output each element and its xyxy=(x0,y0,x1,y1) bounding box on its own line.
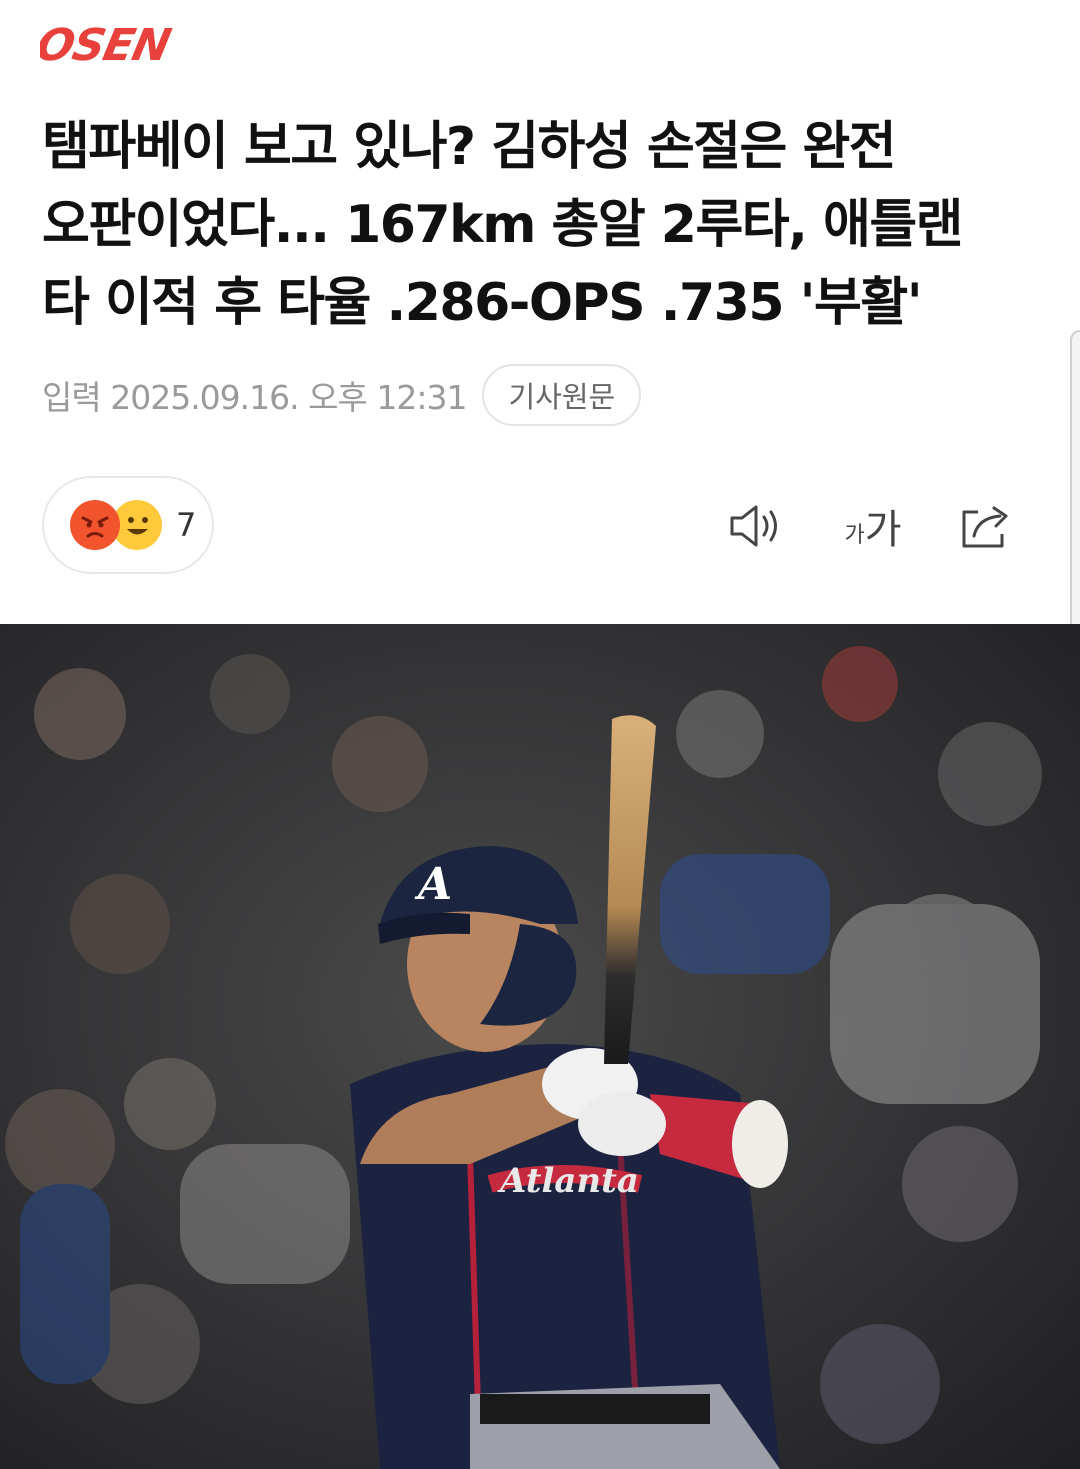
headline-line-1: 탬파베이 보고 있나? 김하성 손절은 완전 xyxy=(42,117,897,177)
audio-button[interactable] xyxy=(726,496,786,556)
article-headline: 탬파베이 보고 있나? 김하성 손절은 완전 오판이었다... 167km 총알… xyxy=(42,108,1042,342)
reaction-button[interactable]: 7 xyxy=(42,476,214,574)
reaction-count: 7 xyxy=(176,506,197,544)
article-meta: 입력 2025.09.16. 오후 12:31 기사원문 xyxy=(42,362,642,428)
batter-photo-illustration: Atlanta A xyxy=(0,624,1080,1469)
published-date: 입력 2025.09.16. 오후 12:31 xyxy=(42,378,467,417)
speaker-icon xyxy=(730,505,777,547)
font-size-large-label: 가 xyxy=(864,507,902,553)
logo-text: OSEN xyxy=(40,22,175,64)
headline-line-2: 오판이었다... 167km 총알 2루타, 애틀랜 xyxy=(42,195,964,255)
helmet-logo: A xyxy=(414,859,452,910)
jersey-text: Atlanta xyxy=(497,1161,639,1201)
osen-logo[interactable]: OSEN xyxy=(40,22,240,64)
share-button[interactable] xyxy=(956,496,1016,556)
original-article-button[interactable]: 기사원문 xyxy=(482,364,642,426)
font-size-button[interactable]: 가 가 xyxy=(838,496,908,556)
angry-emoji-icon xyxy=(70,500,120,550)
osen-logo-graphic: OSEN xyxy=(40,22,175,64)
article-photo: Atlanta A xyxy=(0,624,1080,1469)
share-icon xyxy=(962,506,1008,548)
font-size-small-label: 가 xyxy=(844,523,865,548)
headline-line-3: 타 이적 후 타율 .286-OPS .735 '부활' xyxy=(42,273,923,333)
